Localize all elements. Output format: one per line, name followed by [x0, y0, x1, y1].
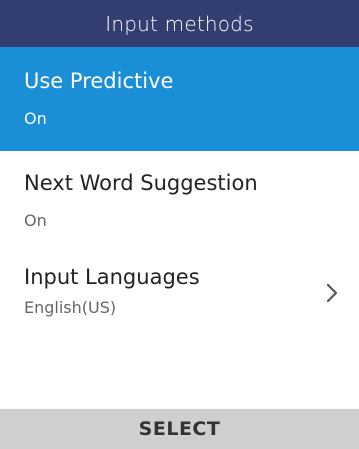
softkey-label: SELECT [138, 418, 221, 440]
page-title: Input methods [105, 11, 254, 36]
softkey-select[interactable]: SELECT [0, 409, 359, 449]
chevron-right-icon [326, 283, 338, 303]
screen: Input methods Use Predictive On Next Wor… [0, 0, 359, 449]
item-label: Input Languages [24, 265, 200, 289]
item-label: Use Predictive [24, 69, 174, 93]
item-label: Next Word Suggestion [24, 171, 258, 195]
header: Input methods [0, 0, 359, 47]
settings-list: Use Predictive On Next Word Suggestion O… [0, 47, 359, 343]
item-value: On [24, 211, 47, 230]
item-value: On [24, 109, 47, 128]
list-item-input-languages[interactable]: Input Languages English(US) [0, 247, 359, 343]
item-value: English(US) [24, 298, 117, 317]
list-item-next-word-suggestion[interactable]: Next Word Suggestion On [0, 151, 359, 247]
list-item-use-predictive[interactable]: Use Predictive On [0, 47, 359, 151]
